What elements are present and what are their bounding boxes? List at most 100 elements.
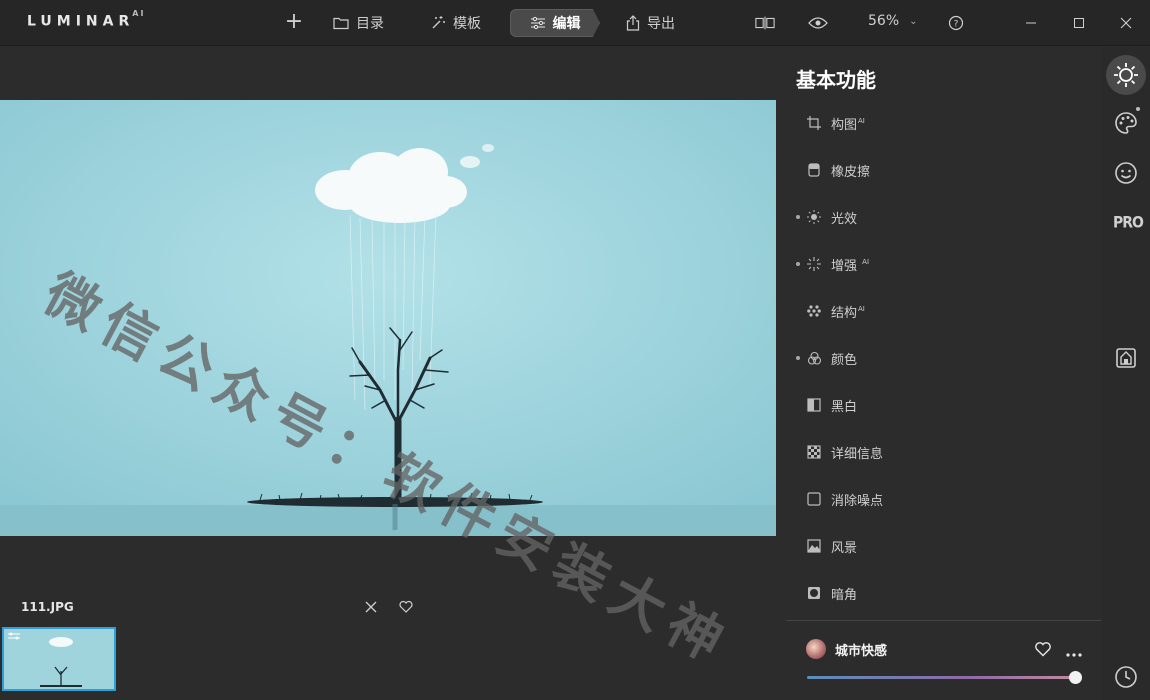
zoom-value: 56%: [868, 13, 900, 29]
detail-icon: [806, 444, 822, 460]
tool-label: 增强: [831, 258, 858, 274]
slider-handle[interactable]: [1068, 671, 1082, 684]
template-favorite-button[interactable]: [1034, 641, 1052, 661]
template-thumbnail: [806, 639, 826, 659]
tab-catalog-label: 目录: [356, 16, 384, 32]
share-icon: [626, 15, 640, 31]
landscape-icon: [806, 538, 822, 554]
sparkle-icon: [806, 256, 822, 272]
tool-structure-ai[interactable]: 结构AI: [796, 299, 1096, 323]
bw-icon: [806, 397, 822, 413]
app-logo: LUMINARAI: [27, 9, 146, 30]
pro-category-button[interactable]: PRO: [1113, 214, 1144, 232]
tab-edit[interactable]: 编辑: [510, 9, 600, 37]
tab-templates[interactable]: 模板: [430, 9, 481, 37]
panel-title: 基本功能: [796, 68, 876, 92]
sun-icon: [1114, 63, 1138, 87]
creative-category-button[interactable]: [1106, 103, 1146, 143]
add-photos-button[interactable]: +: [284, 11, 304, 33]
adjusted-dot: [796, 215, 800, 219]
tool-label: 颜色: [831, 352, 858, 368]
layers-icon: [1116, 348, 1136, 368]
heart-icon: [1035, 642, 1051, 657]
edit-panel: 基本功能 构图AI 橡皮擦 光效 增强 AI 结构AI 颜色 黑白 详细信息 消…: [776, 47, 1102, 700]
close-window-button[interactable]: [1116, 13, 1136, 33]
sun-icon: [806, 209, 822, 225]
tool-landscape[interactable]: 风景: [796, 534, 1096, 558]
clock-icon: [1115, 666, 1137, 688]
divider: [786, 620, 1101, 621]
ai-badge: AI: [858, 117, 865, 126]
palette-icon: [1115, 112, 1137, 134]
portrait-category-button[interactable]: [1106, 153, 1146, 193]
filename-label: 111.JPG: [21, 600, 74, 614]
tab-export[interactable]: 导出: [626, 9, 675, 37]
applied-template[interactable]: 城市快感: [806, 639, 887, 659]
top-bar: LUMINARAI + 目录 模板 编辑 导出 56% ⌄ ?: [0, 0, 1150, 46]
essentials-category-button[interactable]: [1106, 55, 1146, 95]
color-icon: [806, 350, 822, 366]
local-masking-button[interactable]: [1106, 338, 1146, 378]
favorite-button[interactable]: [398, 599, 414, 615]
smile-icon: [1115, 162, 1137, 184]
ai-badge: AI: [862, 258, 870, 267]
tool-denoise[interactable]: 消除噪点: [796, 487, 1096, 511]
tool-category-rail: PRO: [1102, 47, 1150, 700]
tab-templates-label: 模板: [453, 16, 481, 32]
tool-label: 构图: [831, 117, 858, 133]
tool-label: 黑白: [831, 399, 858, 415]
adjusted-dot: [796, 356, 800, 360]
ai-badge: AI: [858, 305, 865, 314]
canvas-area: [0, 47, 776, 587]
tool-color[interactable]: 颜色: [796, 346, 1096, 370]
maximize-icon: [1074, 18, 1084, 28]
denoise-icon: [806, 491, 822, 507]
tool-label: 光效: [831, 211, 858, 227]
tab-catalog[interactable]: 目录: [333, 9, 384, 37]
template-amount-slider[interactable]: [807, 676, 1075, 679]
tool-label: 详细信息: [831, 446, 884, 462]
maximize-button[interactable]: [1069, 13, 1089, 33]
more-options-button[interactable]: [1065, 643, 1083, 662]
crop-icon: [806, 115, 822, 131]
tab-export-label: 导出: [647, 16, 675, 32]
help-icon[interactable]: ?: [946, 14, 966, 32]
edited-badge-icon: [8, 632, 20, 640]
folder-icon: [333, 17, 349, 30]
edited-photo[interactable]: [0, 100, 776, 536]
magic-wand-icon: [432, 16, 445, 29]
tool-label: 风景: [831, 540, 858, 556]
chevron-down-icon: ⌄: [909, 15, 918, 27]
tool-label: 消除噪点: [831, 493, 884, 509]
tool-eraser[interactable]: 橡皮擦: [796, 158, 1096, 182]
more-icon: [1066, 653, 1082, 657]
tool-vignette[interactable]: 暗角: [796, 581, 1096, 605]
heart-icon: [399, 600, 413, 613]
tool-enhance-ai[interactable]: 增强 AI: [796, 252, 1096, 276]
minimize-icon: [1026, 22, 1036, 24]
close-icon: [1120, 17, 1132, 29]
tool-label: 橡皮擦: [831, 164, 871, 180]
structure-icon: [806, 303, 822, 319]
adjusted-dot: [796, 262, 800, 266]
compare-icon[interactable]: [755, 14, 775, 32]
tool-light[interactable]: 光效: [796, 205, 1096, 229]
tool-details[interactable]: 详细信息: [796, 440, 1096, 464]
tool-composition-ai[interactable]: 构图AI: [796, 111, 1096, 135]
template-name: 城市快感: [835, 643, 888, 659]
history-button[interactable]: [1106, 657, 1146, 697]
luminar-window: LUMINARAI + 目录 模板 编辑 导出 56% ⌄ ? 111.JPG …: [0, 0, 1150, 700]
filmstrip-thumbnail[interactable]: [2, 627, 116, 691]
svg-text:?: ?: [954, 20, 959, 30]
close-icon: [365, 601, 377, 613]
tool-label: 结构: [831, 305, 858, 321]
eye-icon[interactable]: [808, 14, 828, 32]
tool-label: 暗角: [831, 587, 858, 603]
minimize-button[interactable]: [1021, 13, 1041, 33]
tool-black-white[interactable]: 黑白: [796, 393, 1096, 417]
vignette-icon: [806, 585, 822, 601]
reject-button[interactable]: [363, 599, 379, 615]
sliders-icon: [530, 16, 545, 30]
eraser-icon: [806, 162, 822, 178]
zoom-select[interactable]: 56% ⌄: [868, 13, 918, 29]
